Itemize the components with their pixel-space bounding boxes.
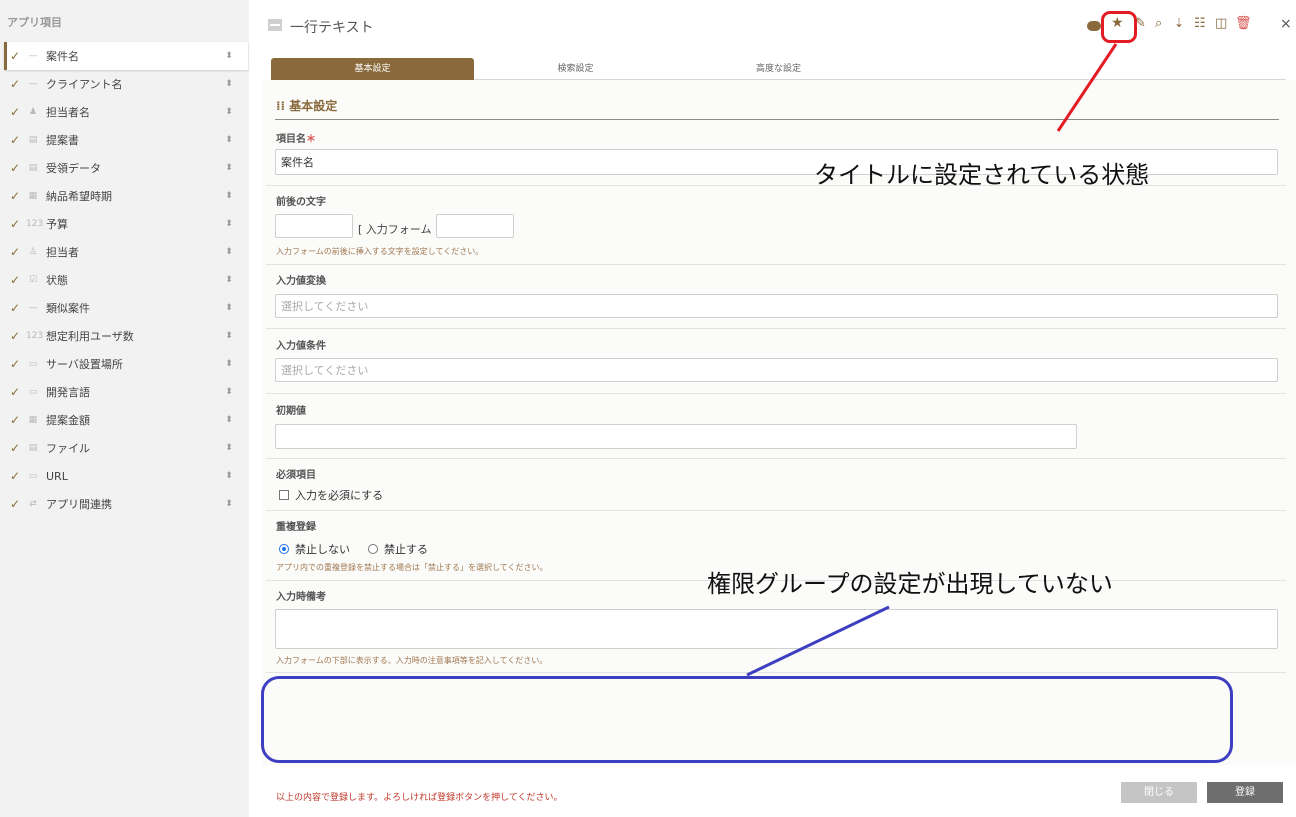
missing-area-highlight <box>261 676 1233 763</box>
star-highlight <box>1101 11 1137 43</box>
footer-message: 以上の内容で登録します。よろしければ登録ボタンを押してください。 <box>276 793 563 803</box>
annotation-title-state: タイトルに設定されている状態 <box>814 161 1150 189</box>
red-arrow <box>1056 43 1118 132</box>
close-button[interactable]: 閉じる <box>1121 782 1197 803</box>
annotation-no-permission: 権限グループの設定が出現していない <box>707 570 1113 598</box>
save-button[interactable]: 登録 <box>1207 782 1283 803</box>
blue-arrow <box>746 605 890 677</box>
